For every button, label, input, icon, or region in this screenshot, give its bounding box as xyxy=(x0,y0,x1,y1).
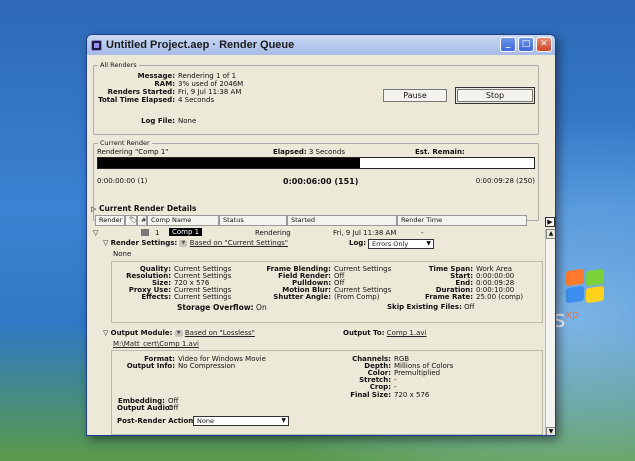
est-remain-label: Est. Remain: xyxy=(415,148,465,156)
after-effects-icon xyxy=(91,39,102,51)
crop-label: Crop: xyxy=(369,383,391,391)
message-value: Rendering 1 of 1 xyxy=(178,72,237,80)
render-progress-bar xyxy=(97,157,535,169)
output-module-label: Output Module: xyxy=(110,329,173,337)
disclosure-triangle-icon: ▷ xyxy=(91,205,97,213)
output-module-template[interactable]: Based on "Lossless" xyxy=(185,329,255,337)
window-title: Untitled Project.aep · Render Queue xyxy=(106,39,295,51)
column-label-icon[interactable]: 🏷 xyxy=(125,215,137,226)
rendering-comp-text: Rendering "Comp 1" xyxy=(97,148,169,156)
storage-overflow-value: On xyxy=(256,303,267,312)
scroll-right-arrow-icon[interactable]: ▶ xyxy=(545,217,555,227)
effects-value: Current Settings xyxy=(174,293,232,301)
output-path-link[interactable]: M:\Matt_cert\Comp 1.avi xyxy=(113,340,199,348)
pause-button[interactable]: Pause xyxy=(383,89,447,102)
minimize-button[interactable]: _ xyxy=(500,37,516,52)
output-module-menu-icon[interactable]: ▼ xyxy=(174,329,183,337)
elapsed-value: 3 Seconds xyxy=(308,148,345,156)
windows-flag-icon xyxy=(566,268,606,304)
shutter-angle-value: (From Comp) xyxy=(334,293,380,301)
output-audio-label: Output Audio: xyxy=(117,404,173,412)
end-timecode: 0:00:09:28 (250) xyxy=(475,177,535,185)
storage-overflow-label: Storage Overflow: xyxy=(177,303,254,312)
column-render[interactable]: Render xyxy=(95,215,125,226)
queue-row-status: Rendering xyxy=(255,229,291,237)
output-to-label: Output To: xyxy=(343,329,385,337)
column-render-time[interactable]: Render Time xyxy=(397,215,527,226)
output-module-row[interactable]: ▽ Output Module: ▼ Based on "Lossless" xyxy=(103,329,255,337)
output-info-label: Output Info: xyxy=(126,362,175,370)
column-comp-name[interactable]: Comp Name xyxy=(147,215,219,226)
render-settings-template[interactable]: Based on "Current Settings" xyxy=(190,239,288,247)
render-settings-menu-icon[interactable]: ▼ xyxy=(179,239,188,247)
vertical-scrollbar[interactable]: ▲ ▼ xyxy=(545,229,555,435)
current-timecode: 0:00:06:00 (151) xyxy=(283,177,359,186)
details-label: Current Render Details xyxy=(99,204,197,213)
output-to-link[interactable]: Comp 1.avi xyxy=(387,329,427,337)
windows-xp-logo: sxp xyxy=(553,305,580,333)
shutter-angle-label: Shutter Angle: xyxy=(273,293,331,301)
skip-existing-value: Off xyxy=(464,303,475,311)
log-file-label: Log File: xyxy=(141,117,175,125)
queue-row-number: 1 xyxy=(155,229,160,237)
queue-row-expand-icon[interactable]: ▽ xyxy=(93,229,98,237)
stop-button[interactable]: Stop xyxy=(455,87,535,104)
output-audio-value: Off xyxy=(168,404,179,412)
current-render-details-toggle[interactable]: ▷ Current Render Details xyxy=(91,204,196,213)
column-number[interactable]: # xyxy=(137,215,147,226)
final-size-value: 720 x 576 xyxy=(394,391,430,399)
log-dropdown[interactable]: Errors Only xyxy=(368,239,434,249)
current-render-legend: Current Render xyxy=(100,139,150,147)
render-checkbox[interactable] xyxy=(141,229,149,236)
render-queue-window: Untitled Project.aep · Render Queue _ □ … xyxy=(86,34,556,436)
column-started[interactable]: Started xyxy=(287,215,397,226)
post-render-label: Post-Render Action: xyxy=(117,417,197,425)
time-elapsed-label: Total Time Elapsed: xyxy=(98,96,175,104)
start-timecode: 0:00:00:00 (1) xyxy=(97,177,148,185)
log-label: Log: xyxy=(349,239,367,247)
title-bar[interactable]: Untitled Project.aep · Render Queue _ □ … xyxy=(87,35,555,55)
render-settings-none: None xyxy=(113,250,132,258)
skip-existing-label: Skip Existing Files: xyxy=(387,303,462,311)
log-file-value: None xyxy=(178,117,197,125)
ram-label: RAM: xyxy=(154,80,175,88)
final-size-label: Final Size: xyxy=(350,391,391,399)
queue-row-started: Fri, 9 Jul 11:38 AM xyxy=(333,229,397,237)
renders-started-label: Renders Started: xyxy=(107,88,175,96)
render-progress-fill xyxy=(98,158,360,168)
output-info-value: No Compression xyxy=(178,362,236,370)
renders-started-value: Fri, 9 Jul 11:38 AM xyxy=(178,88,242,96)
all-renders-legend: All Renders xyxy=(100,61,137,69)
frame-rate-label: Frame Rate: xyxy=(425,293,473,301)
close-button[interactable]: ✕ xyxy=(536,37,552,52)
message-label: Message: xyxy=(137,72,175,80)
ram-value: 3% used of 2046M xyxy=(178,80,244,88)
render-settings-expand-icon: ▽ xyxy=(103,239,109,247)
crop-value: - xyxy=(394,383,397,391)
queue-row-render-time: - xyxy=(421,229,424,237)
effects-label: Effects: xyxy=(141,293,171,301)
scroll-down-icon[interactable]: ▼ xyxy=(546,427,555,435)
post-render-dropdown[interactable]: None xyxy=(193,416,289,426)
queue-row-comp-name[interactable]: Comp 1 xyxy=(169,228,203,236)
frame-rate-value: 25.00 (comp) xyxy=(476,293,524,301)
color-value: Premultiplied xyxy=(394,369,441,377)
output-module-expand-icon: ▽ xyxy=(103,329,109,337)
scroll-up-icon[interactable]: ▲ xyxy=(546,229,555,239)
maximize-button[interactable]: □ xyxy=(518,37,534,52)
elapsed-label: Elapsed: xyxy=(273,148,307,156)
render-settings-label: Render Settings: xyxy=(110,239,178,247)
column-status[interactable]: Status xyxy=(219,215,287,226)
render-settings-row[interactable]: ▽ Render Settings: ▼ Based on "Current S… xyxy=(103,239,288,247)
time-elapsed-value: 4 Seconds xyxy=(178,96,215,104)
